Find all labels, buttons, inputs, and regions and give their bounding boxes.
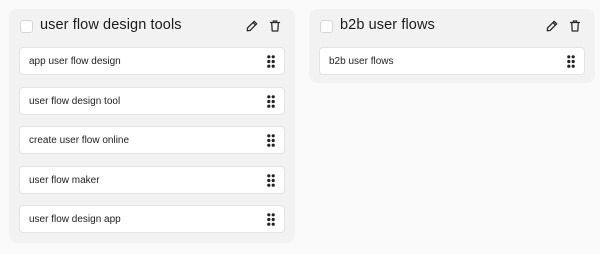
- keyword-group: b2b user flows b2b user flows: [309, 9, 595, 83]
- group-select-checkbox[interactable]: [20, 20, 33, 33]
- keyword-label: user flow design tool: [29, 96, 121, 107]
- keyword-card[interactable]: b2b user flows: [319, 47, 585, 75]
- keyword-label: user flow maker: [29, 175, 100, 186]
- keyword-label: user flow design app: [29, 214, 121, 225]
- drag-handle-icon[interactable]: [267, 134, 275, 147]
- drag-handle-icon[interactable]: [267, 55, 275, 68]
- group-select-checkbox[interactable]: [320, 20, 333, 33]
- keyword-card[interactable]: user flow design tool: [19, 87, 285, 115]
- drag-handle-icon[interactable]: [267, 174, 275, 187]
- group-title: b2b user flows: [340, 17, 435, 33]
- trash-icon: [569, 20, 581, 32]
- keyword-card[interactable]: user flow design app: [19, 205, 285, 233]
- pencil-icon: [246, 20, 258, 32]
- trash-icon: [269, 20, 281, 32]
- drag-handle-icon[interactable]: [267, 95, 275, 108]
- keyword-card[interactable]: app user flow design: [19, 47, 285, 75]
- keyword-card[interactable]: user flow maker: [19, 166, 285, 194]
- group-title: user flow design tools: [40, 17, 182, 33]
- keyword-label: create user flow online: [29, 135, 130, 146]
- drag-handle-icon[interactable]: [267, 213, 275, 226]
- delete-group-button[interactable]: [268, 19, 282, 33]
- delete-group-button[interactable]: [568, 19, 582, 33]
- keyword-card[interactable]: create user flow online: [19, 126, 285, 154]
- group-header: b2b user flows: [309, 9, 595, 43]
- edit-group-button[interactable]: [545, 19, 559, 33]
- edit-group-button[interactable]: [245, 19, 259, 33]
- keyword-groups-board: user flow design tools app user flow des…: [0, 0, 600, 254]
- pencil-icon: [546, 20, 558, 32]
- keyword-group: user flow design tools app user flow des…: [9, 9, 295, 243]
- keyword-label: app user flow design: [29, 56, 121, 67]
- keyword-label: b2b user flows: [329, 56, 394, 67]
- group-header: user flow design tools: [9, 9, 295, 43]
- drag-handle-icon[interactable]: [567, 55, 575, 68]
